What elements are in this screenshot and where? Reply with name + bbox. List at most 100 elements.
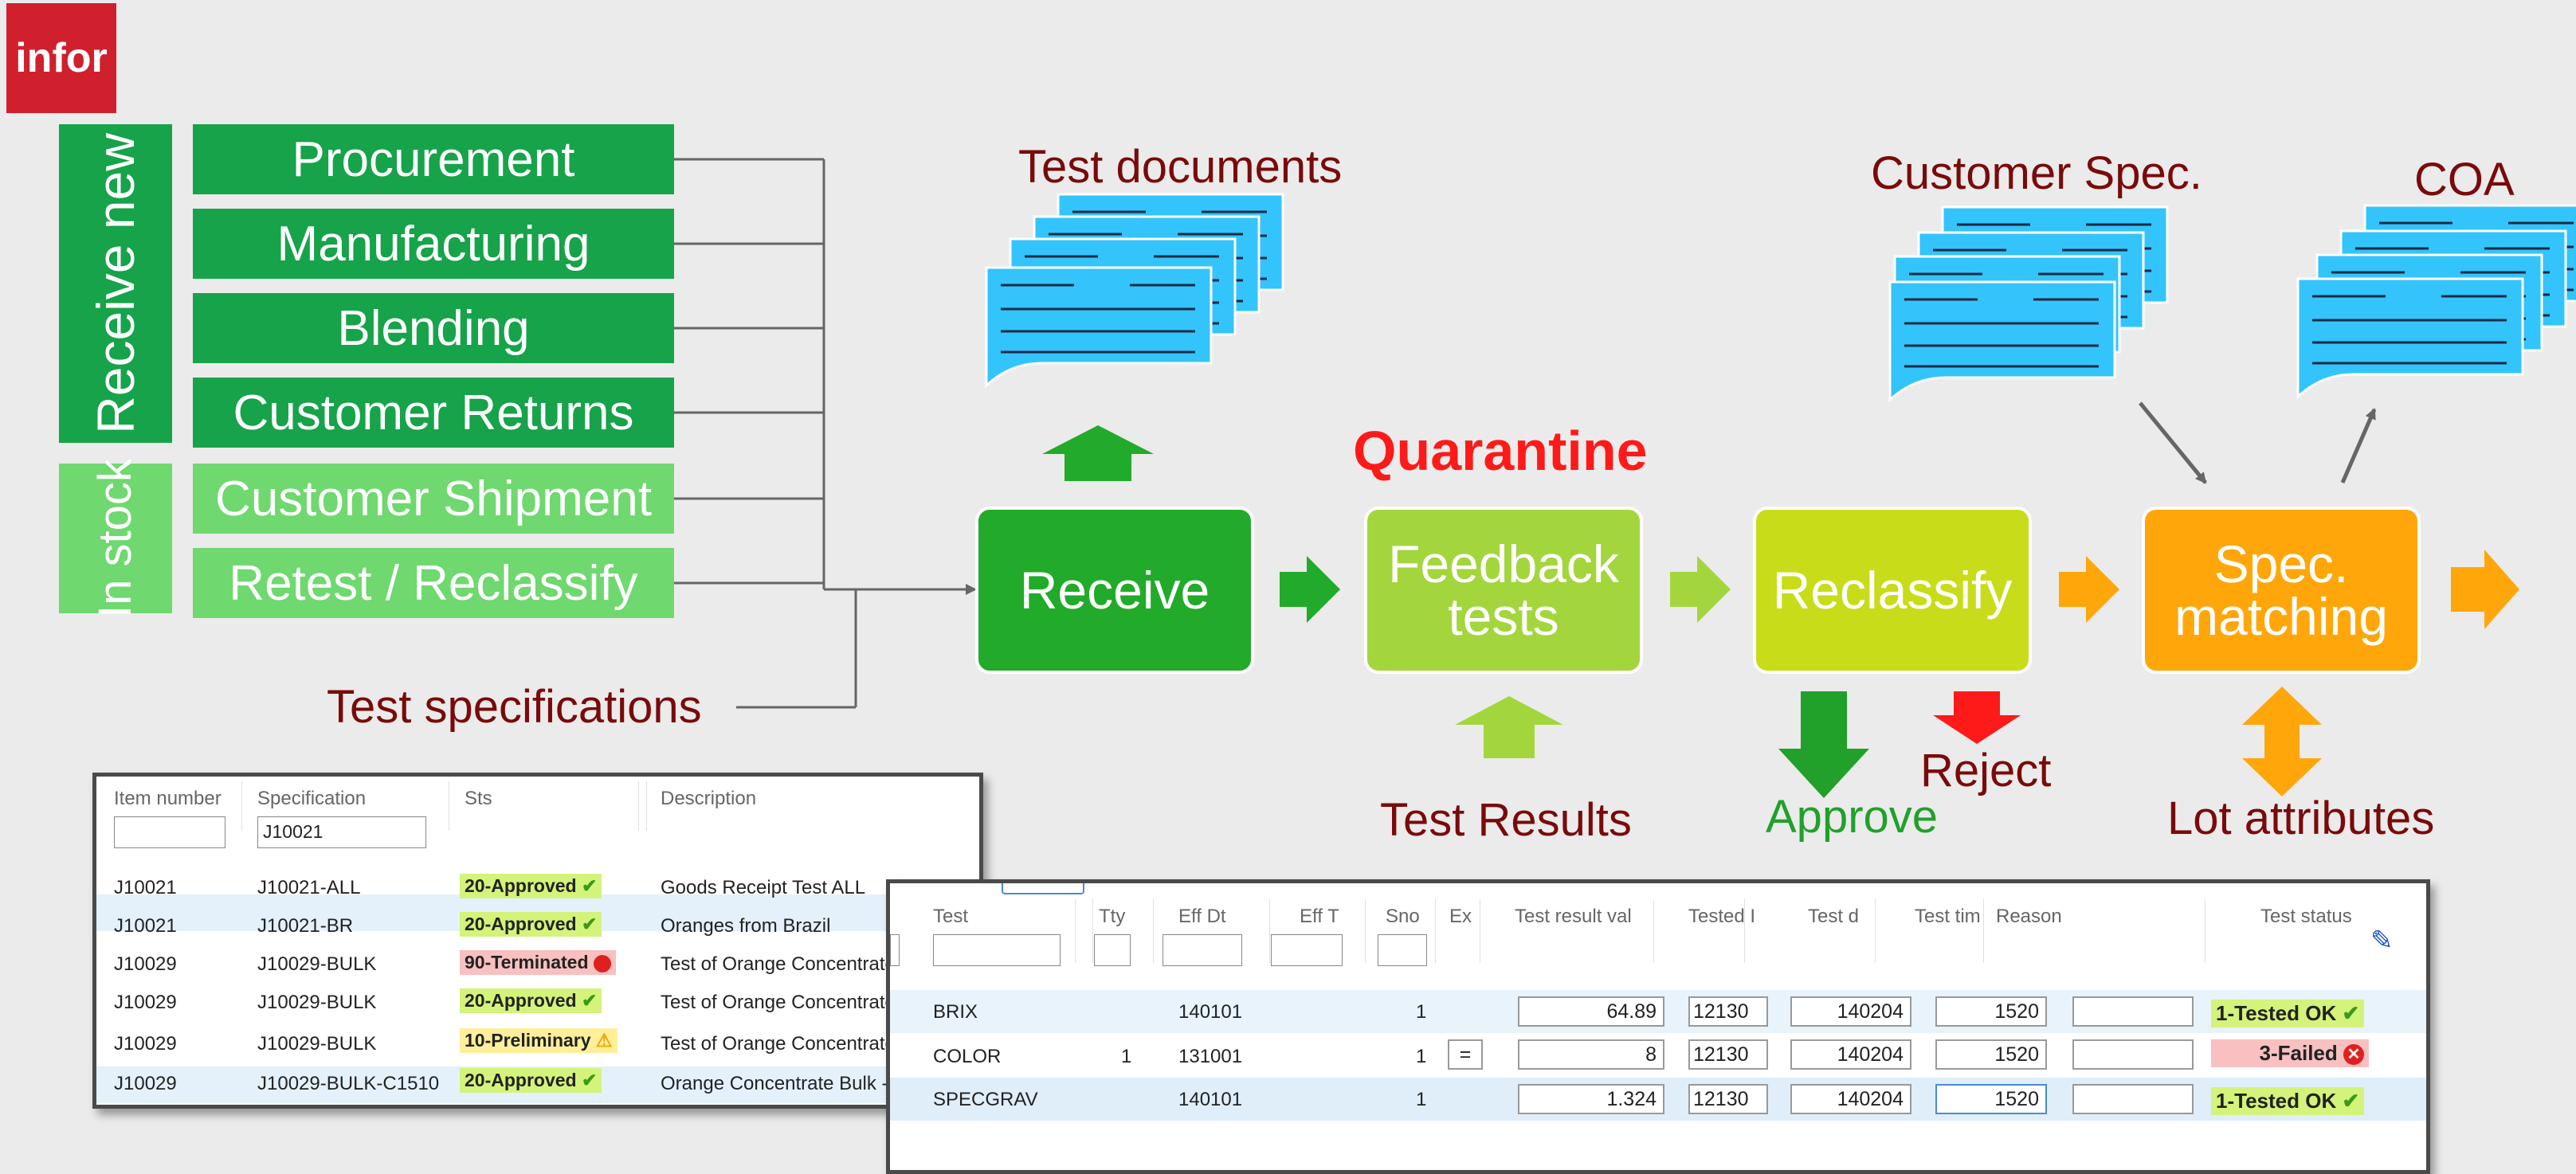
filter-item-input[interactable] xyxy=(114,816,225,848)
status-badge: 20-Approved ✔ xyxy=(460,874,602,898)
filter-effdt-input[interactable] xyxy=(1163,934,1242,966)
status-text: 20-Approved xyxy=(465,914,577,934)
test-time-input[interactable]: 1520 xyxy=(1935,1084,2047,1114)
status-badge: 10-Preliminary ⚠ xyxy=(460,1028,618,1053)
header-sts[interactable]: Sts xyxy=(465,788,492,810)
cell-spec: J10029-BULK-C1510 xyxy=(257,1073,440,1094)
apply-button[interactable] xyxy=(1002,883,1084,894)
up-arrow-documents xyxy=(1042,425,1154,481)
reason-input[interactable] xyxy=(2072,996,2194,1027)
right-arrow-4 xyxy=(2451,550,2519,629)
customer-spec-arrow xyxy=(2139,401,2207,484)
header-tty[interactable]: Tty xyxy=(1099,906,1125,928)
tested-input[interactable]: 12130 xyxy=(1688,996,1768,1027)
filter-spec-input[interactable]: J10021 xyxy=(257,816,426,848)
tested-input[interactable]: 12130 xyxy=(1688,1084,1768,1114)
stage-reclassify-label: Reclassify xyxy=(1772,561,2013,620)
header-ex[interactable]: Ex xyxy=(1449,906,1472,928)
header-reason[interactable]: Reason xyxy=(1996,906,2062,928)
test-date-input[interactable]: 140204 xyxy=(1790,996,1911,1027)
cell-effdt: 140101 xyxy=(1178,1001,1243,1023)
cell-spec: J10029-BULK xyxy=(257,992,377,1013)
stage-receive-label: Receive xyxy=(1019,561,1210,620)
status-badge: 20-Approved ✔ xyxy=(460,988,602,1013)
status-text: 20-Approved xyxy=(465,1070,577,1090)
up-arrow-test-results xyxy=(1455,696,1563,758)
coa-arrow xyxy=(2340,408,2377,483)
right-arrow-1 xyxy=(1280,556,1340,623)
status-badge: 20-Approved ✔ xyxy=(460,912,602,937)
header-result-value[interactable]: Test result val xyxy=(1515,906,1632,928)
filter-efft-input[interactable] xyxy=(1271,934,1343,966)
test-time-input[interactable]: 1520 xyxy=(1935,996,2047,1027)
check-icon: ✔ xyxy=(2342,1001,2360,1025)
header-test[interactable]: Test xyxy=(933,906,968,928)
test-date-input[interactable]: 140204 xyxy=(1790,1039,1911,1070)
customer-spec-label: Customer Spec. xyxy=(1871,147,2202,199)
test-time-input[interactable]: 1520 xyxy=(1935,1039,2047,1070)
stage-feedback-line1: Feedback xyxy=(1388,534,1619,593)
test-date-input[interactable]: 140204 xyxy=(1790,1084,1911,1114)
test-status-text: 1-Tested OK xyxy=(2216,1089,2337,1113)
header-eff-dt[interactable]: Eff Dt xyxy=(1178,906,1226,928)
header-test-status[interactable]: Test status xyxy=(2260,906,2352,928)
test-documents-stack xyxy=(985,193,1284,387)
coa-label: COA xyxy=(2414,154,2515,205)
status-text: 20-Approved xyxy=(465,990,577,1011)
cell-sno: 1 xyxy=(1416,1046,1427,1067)
result-value-input[interactable]: 1.324 xyxy=(1518,1084,1664,1114)
stage-feedback-line2: tests xyxy=(1448,587,1559,646)
cell-test: SPECGRAV xyxy=(933,1089,1038,1110)
ex-input[interactable]: = xyxy=(1448,1039,1483,1070)
quarantine-label: Quarantine xyxy=(1353,420,1648,482)
stage-feedback-tests: Feedback tests xyxy=(1364,507,1643,674)
filter-sno-input[interactable] xyxy=(1378,934,1427,966)
test-status-badge: 1-Tested OK ✔ xyxy=(2211,1000,2365,1027)
result-value-input[interactable]: 8 xyxy=(1518,1039,1664,1070)
cell-item: J10021 xyxy=(114,915,177,937)
edit-pencil-icon[interactable]: ✎ xyxy=(2370,925,2394,957)
cell-test: BRIX xyxy=(933,1001,978,1023)
cell-desc: Oranges from Brazil xyxy=(661,915,831,937)
cell-spec: J10021-BR xyxy=(257,915,354,937)
right-arrow-2 xyxy=(1670,556,1731,623)
header-tested[interactable]: Tested I xyxy=(1688,906,1755,928)
header-item-number[interactable]: Item number xyxy=(114,788,222,810)
filter-tty-input[interactable] xyxy=(1094,934,1131,966)
header-test-date[interactable]: Test d xyxy=(1808,906,1859,928)
status-badge: 90-Terminated xyxy=(460,950,616,975)
status-text: 90-Terminated xyxy=(465,952,589,972)
stage-spec-line2: matching xyxy=(2174,587,2388,646)
header-eff-t[interactable]: Eff T xyxy=(1300,906,1339,928)
cell-item: J10029 xyxy=(114,1033,177,1055)
cell-sno: 1 xyxy=(1416,1089,1427,1110)
tested-input[interactable]: 12130 xyxy=(1688,1039,1768,1070)
reject-arrow xyxy=(1933,691,2021,744)
lot-attributes-label: Lot attributes xyxy=(2167,792,2435,844)
header-test-time[interactable]: Test tim xyxy=(1915,906,1981,928)
cell-desc: Orange Concentrate Bulk - xyxy=(661,1073,888,1094)
test-results-label: Test Results xyxy=(1380,794,1632,846)
cell-spec: J10021-ALL xyxy=(257,877,361,898)
reason-input[interactable] xyxy=(2072,1084,2194,1114)
cell-tty: 1 xyxy=(1121,1046,1132,1067)
approve-arrow xyxy=(1778,691,1869,798)
cell-effdt: 140101 xyxy=(1178,1089,1243,1110)
header-description[interactable]: Description xyxy=(661,788,756,810)
test-status-badge: 1-Tested OK ✔ xyxy=(2211,1087,2365,1115)
result-value-input[interactable]: 64.89 xyxy=(1518,996,1664,1027)
specification-grid: Item number Specification Sts Descriptio… xyxy=(92,773,983,1109)
customer-spec-stack xyxy=(1888,205,2169,401)
test-status-badge: 3-Failed ✕ xyxy=(2211,1039,2369,1067)
cell-desc: Goods Receipt Test ALL xyxy=(661,877,866,898)
filter-test-input[interactable] xyxy=(933,934,1061,966)
header-sno[interactable]: Sno xyxy=(1386,906,1420,928)
cell-item: J10029 xyxy=(114,953,177,975)
filter-prefix-input[interactable] xyxy=(890,934,900,966)
cell-sno: 1 xyxy=(1416,1001,1427,1023)
test-documents-label: Test documents xyxy=(1018,141,1343,193)
right-arrow-3 xyxy=(2059,556,2119,623)
cell-effdt: 131001 xyxy=(1178,1046,1243,1067)
reason-input[interactable] xyxy=(2072,1039,2194,1070)
header-specification[interactable]: Specification xyxy=(257,788,366,810)
